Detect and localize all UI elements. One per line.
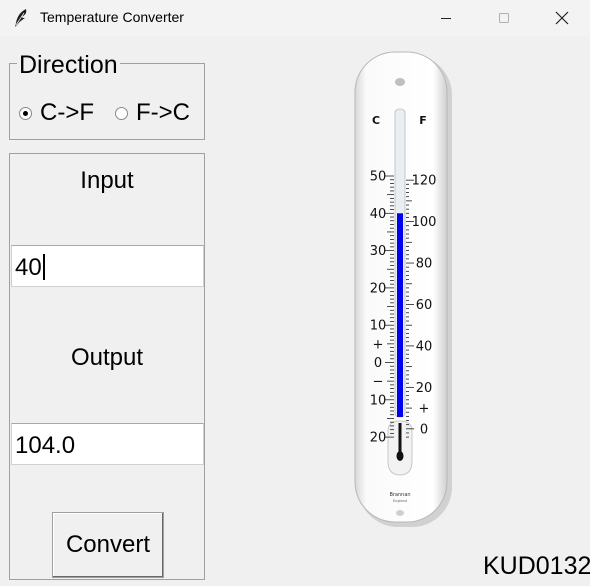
mercury-column <box>397 213 403 417</box>
thermometer-image: Brannan England C F 50 40 30 20 10 +0 − 10 20 120… <box>352 51 454 529</box>
celsius-unit-label: C <box>372 114 380 127</box>
input-value: 40 <box>15 254 42 281</box>
fahrenheit-tick-label: 20 <box>416 381 433 396</box>
input-label: Input <box>80 167 134 194</box>
input-field[interactable]: 40 <box>11 245 204 287</box>
code-label: KUD0132 <box>483 552 590 580</box>
fahrenheit-tick-label: 120 <box>412 174 437 189</box>
title-bar: Temperature Converter <box>0 0 590 36</box>
brand-sub-label: England <box>393 499 407 503</box>
celsius-tick-label: 40 <box>370 207 387 222</box>
client-area: Direction C->F F->C Input 40 Output 104.… <box>0 36 590 586</box>
brand-label: Brannan <box>389 492 410 498</box>
fahrenheit-tick-label: 100 <box>412 215 437 230</box>
output-value: 104.0 <box>15 432 76 459</box>
fahrenheit-tick-label: 60 <box>416 298 433 313</box>
close-button[interactable] <box>534 0 590 36</box>
radio-c-to-f-label: C->F <box>40 99 94 126</box>
celsius-tick-label: + <box>373 337 384 352</box>
output-field[interactable]: 104.0 <box>11 423 204 465</box>
direction-legend: Direction <box>17 50 120 80</box>
fahrenheit-tick-label: + <box>419 402 430 417</box>
convert-button[interactable]: Convert <box>52 512 164 578</box>
fahrenheit-unit-label: F <box>419 114 427 127</box>
celsius-tick-label: 0 <box>374 356 382 371</box>
radio-f-to-c-label: F->C <box>136 99 190 126</box>
close-icon <box>555 11 569 25</box>
fahrenheit-tick-label: 80 <box>416 257 433 272</box>
text-caret <box>42 254 45 280</box>
celsius-tick-label: 20 <box>370 431 387 446</box>
fahrenheit-tick-label: 40 <box>416 339 433 354</box>
radio-f-to-c-indicator[interactable] <box>115 106 128 120</box>
celsius-tick-label: 10 <box>370 393 387 408</box>
celsius-tick-label: 30 <box>370 244 387 259</box>
radio-f-to-c[interactable]: F->C <box>115 99 190 127</box>
celsius-tick-label: 10 <box>370 319 387 334</box>
minimize-button[interactable] <box>418 0 474 36</box>
output-label: Output <box>70 344 144 371</box>
celsius-tick-label: 50 <box>370 170 387 185</box>
minimize-icon <box>440 12 452 24</box>
window-title: Temperature Converter <box>40 9 184 25</box>
fahrenheit-tick-label: 0 <box>420 422 428 437</box>
feather-icon <box>13 8 31 28</box>
maximize-button[interactable] <box>476 0 532 36</box>
celsius-tick-label: − <box>373 375 384 390</box>
radio-c-to-f-indicator[interactable] <box>19 106 32 120</box>
maximize-icon <box>498 12 510 24</box>
celsius-tick-label: 20 <box>370 281 387 296</box>
radio-c-to-f[interactable]: C->F <box>19 99 94 127</box>
